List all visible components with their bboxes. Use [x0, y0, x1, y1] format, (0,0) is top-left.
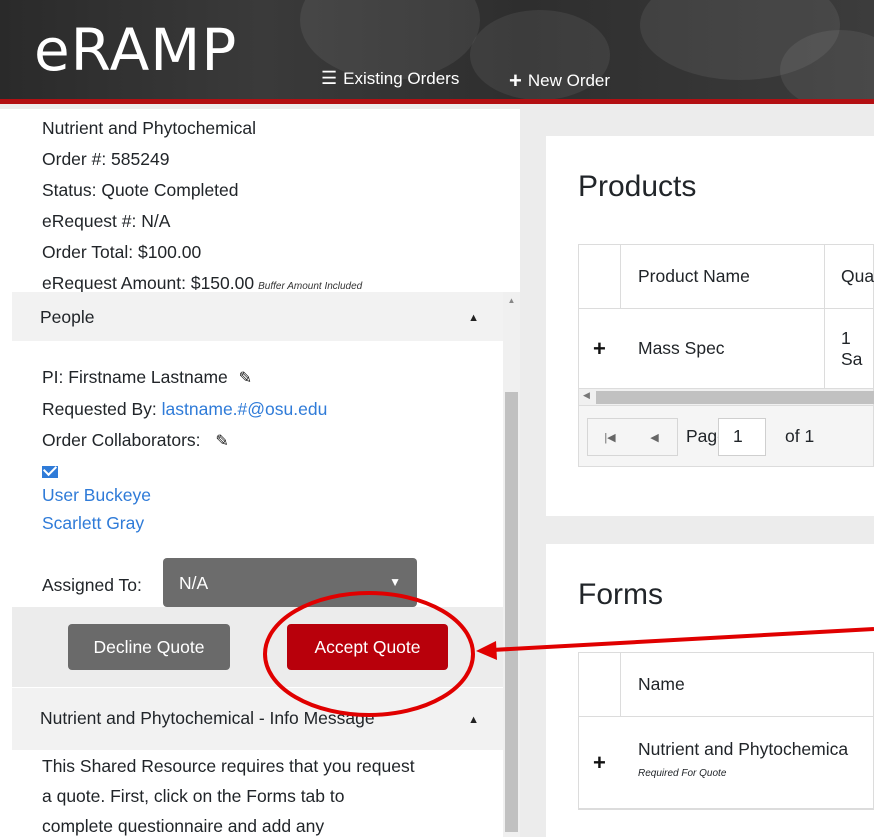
expand-row-icon[interactable]: +	[593, 309, 606, 388]
order-status: Status: Quote Completed	[42, 180, 239, 200]
mail-row	[42, 457, 327, 481]
forms-card: Forms Name + Nutrient and Phytochemica R…	[546, 544, 874, 837]
people-details: PI: Firstname Lastname ✎ Requested By: l…	[42, 362, 327, 537]
info-section-header[interactable]: Nutrient and Phytochemical - Info Messag…	[12, 688, 503, 750]
nav-existing-orders-label: Existing Orders	[343, 68, 460, 88]
info-line: a quote. First, click on the Forms tab t…	[42, 786, 345, 806]
collaborator-link[interactable]: Scarlett Gray	[42, 509, 327, 537]
people-section-title: People	[40, 307, 95, 327]
accept-quote-button[interactable]: Accept Quote	[287, 624, 448, 670]
forms-title: Forms	[578, 578, 663, 611]
page-number-input[interactable]: 1	[718, 418, 766, 456]
requested-by-row: Requested By: lastname.#@osu.edu	[42, 394, 327, 425]
order-number: Order #: 585249	[42, 149, 170, 169]
dropdown-caret-icon: ▼	[389, 575, 401, 589]
scroll-thumb[interactable]	[505, 392, 518, 832]
products-title: Products	[578, 170, 697, 203]
column-header[interactable]: Product Name	[638, 245, 750, 308]
column-header[interactable]: Qua	[841, 245, 874, 308]
pi-label: PI:	[42, 367, 64, 387]
assigned-to-select[interactable]: N/A ▼	[163, 558, 417, 607]
caret-up-icon: ▲	[468, 714, 479, 726]
collaborators-row: Order Collaborators: ✎	[42, 425, 327, 457]
info-line: This Shared Resource requires that you r…	[42, 756, 415, 776]
form-required-note: Required For Quote	[638, 768, 727, 779]
order-total: Order Total: $100.00	[42, 242, 202, 262]
products-table: Product Name Qua + Mass Spec 1 Sa ◀ |◀ ◀…	[578, 244, 874, 467]
list-icon: ☰	[321, 68, 338, 88]
collaborators-label: Order Collaborators:	[42, 430, 201, 450]
form-entry: Nutrient and Phytochemica Required For Q…	[638, 739, 848, 779]
pi-row: PI: Firstname Lastname ✎	[42, 362, 327, 394]
table-pager: |◀ ◀ Page 1 of 1	[579, 406, 873, 466]
plus-icon: +	[509, 68, 522, 93]
collaborator-link[interactable]: User Buckeye	[42, 481, 327, 509]
quote-actions: Decline Quote Accept Quote	[12, 607, 503, 687]
envelope-icon[interactable]	[42, 466, 58, 478]
scroll-up-arrow-icon[interactable]: ▲	[503, 292, 520, 309]
edit-collaborators-icon[interactable]: ✎	[215, 426, 228, 457]
table-hscrollbar[interactable]: ◀	[579, 389, 874, 406]
forms-header-row: Name	[579, 653, 873, 717]
assigned-to-label: Assigned To:	[42, 575, 142, 595]
nav-new-order-label: New Order	[527, 71, 611, 90]
order-summary: Nutrient and Phytochemical Order #: 5852…	[42, 113, 362, 302]
expand-row-icon[interactable]: +	[593, 717, 606, 808]
top-navbar: eRAMP ☰ Existing Orders + New Order	[0, 0, 874, 104]
requested-by-email[interactable]: lastname.#@osu.edu	[162, 399, 328, 419]
order-service-name: Nutrient and Phytochemical	[42, 118, 256, 138]
buffer-note: Buffer Amount Included	[258, 281, 363, 292]
form-name[interactable]: Nutrient and Phytochemica	[638, 739, 848, 760]
edit-pi-icon[interactable]: ✎	[239, 363, 252, 394]
product-quantity: 1 Sa	[841, 327, 863, 369]
column-header[interactable]: Name	[638, 653, 685, 716]
order-sidebar: Nutrient and Phytochemical Order #: 5852…	[0, 109, 520, 837]
prev-page-icon[interactable]: ◀	[632, 418, 678, 456]
people-section-header[interactable]: People ▲	[12, 292, 503, 341]
assigned-to-value: N/A	[179, 573, 209, 593]
products-card: Products Product Name Qua + Mass Spec 1 …	[546, 136, 874, 516]
caret-up-icon: ▲	[468, 312, 479, 324]
page-count: of 1	[785, 425, 815, 446]
app-logo[interactable]: eRAMP	[34, 16, 237, 84]
nav-existing-orders[interactable]: ☰ Existing Orders	[321, 68, 459, 89]
hscroll-thumb[interactable]	[596, 391, 874, 404]
table-row: + Mass Spec 1 Sa	[579, 309, 873, 389]
sidebar-scrollbar[interactable]: ▲	[503, 292, 520, 837]
product-name: Mass Spec	[638, 338, 725, 358]
scroll-left-arrow-icon[interactable]: ◀	[583, 390, 590, 401]
info-section-title: Nutrient and Phytochemical - Info Messag…	[40, 708, 375, 728]
info-line: complete questionnaire and add any	[42, 816, 325, 836]
erequest-number: eRequest #: N/A	[42, 211, 171, 231]
requested-by-label: Requested By:	[42, 399, 157, 419]
erequest-amount: eRequest Amount: $150.00	[42, 273, 255, 293]
products-header-row: Product Name Qua	[579, 245, 874, 309]
nav-new-order[interactable]: + New Order	[509, 68, 610, 94]
pi-name: Firstname Lastname	[68, 367, 228, 387]
first-page-icon[interactable]: |◀	[587, 418, 633, 456]
forms-table: Name + Nutrient and Phytochemica Require…	[578, 652, 874, 810]
info-message: This Shared Resource requires that you r…	[42, 751, 492, 837]
decline-quote-button[interactable]: Decline Quote	[68, 624, 230, 670]
table-row: + Nutrient and Phytochemica Required For…	[579, 717, 873, 809]
